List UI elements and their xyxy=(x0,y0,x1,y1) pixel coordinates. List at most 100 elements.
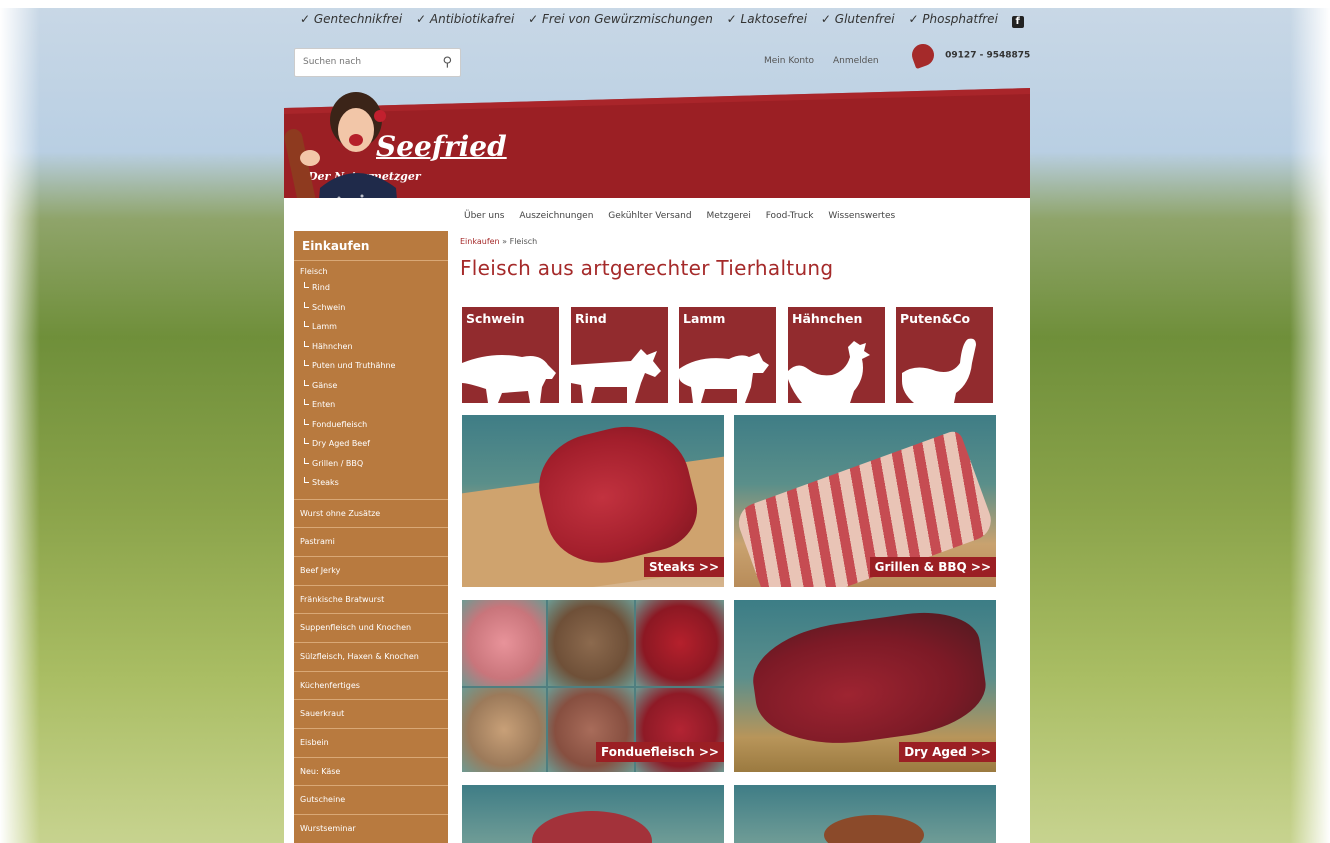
fondue-image-1 xyxy=(462,600,546,686)
sidebar-subitem[interactable]: Puten und Truthähne xyxy=(294,356,448,376)
tree-corner-icon xyxy=(304,321,309,327)
nav-item-ueber-uns[interactable]: Über uns xyxy=(464,211,505,221)
category-label: Hähnchen xyxy=(792,311,863,326)
breadcrumb-current: Fleisch xyxy=(509,237,538,246)
background-top-band xyxy=(0,0,1330,8)
nav-item-auszeichnungen[interactable]: Auszeichnungen xyxy=(519,211,593,221)
sidebar-subitem[interactable]: Rind xyxy=(294,278,448,298)
category-label: Puten&Co xyxy=(900,311,971,326)
tile-label: Steaks >> xyxy=(643,557,724,577)
sidebar-item[interactable]: Neu: Käse xyxy=(294,758,448,787)
login-link[interactable]: Anmelden xyxy=(833,56,879,66)
nav-item-versand[interactable]: Gekühlter Versand xyxy=(608,211,691,221)
sidebar-subitem[interactable]: Dry Aged Beef xyxy=(294,434,448,454)
fondue-image-2 xyxy=(548,600,634,686)
sidebar-item[interactable]: Küchenfertiges xyxy=(294,672,448,701)
sidebar-item[interactable]: Suppenfleisch und Knochen xyxy=(294,614,448,643)
category-label: Lamm xyxy=(683,311,726,326)
category-tile-haehnchen[interactable]: Hähnchen xyxy=(788,307,885,403)
sidebar-subitem[interactable]: Steaks xyxy=(294,473,448,493)
sidebar-item[interactable]: Wurst ohne Zusätze xyxy=(294,500,448,529)
sidebar-item[interactable]: Pastrami xyxy=(294,528,448,557)
sidebar-title[interactable]: Einkaufen xyxy=(294,231,448,261)
background-fade-left xyxy=(0,0,40,843)
dry-aged-meat xyxy=(746,604,992,756)
header-banner: Seefried Der Naturmetzger xyxy=(284,88,1030,258)
promo-tile-fondue[interactable]: Fonduefleisch >> xyxy=(462,600,724,772)
tree-corner-icon xyxy=(304,282,309,288)
usp-item: ✓ Antibiotikafrei xyxy=(416,12,515,26)
search-input[interactable] xyxy=(303,57,433,67)
promo-tile-dry-aged[interactable]: Dry Aged >> xyxy=(734,600,996,772)
search-icon[interactable]: ⚲ xyxy=(442,55,452,70)
sidebar-item[interactable]: Wurstseminar xyxy=(294,815,448,843)
sidebar-subitem-label: Fonduefleisch xyxy=(312,419,368,429)
sidebar-item[interactable]: Gutscheine xyxy=(294,786,448,816)
lamb-icon xyxy=(679,353,769,403)
sidebar-item[interactable]: Sülzfleisch, Haxen & Knochen xyxy=(294,643,448,672)
promo-tile-partial-1[interactable] xyxy=(462,785,724,843)
fondue-image-4 xyxy=(462,688,546,772)
partial-meat xyxy=(824,815,924,843)
category-tile-schwein[interactable]: Schwein xyxy=(462,307,559,403)
usp-item: ✓ Phosphatfrei xyxy=(908,12,998,26)
sidebar-item-fleisch[interactable]: Fleisch xyxy=(294,261,448,276)
category-sidebar: Einkaufen Fleisch Rind Schwein Lamm Hähn… xyxy=(294,231,448,843)
sidebar-subitem-label: Enten xyxy=(312,400,336,409)
main-nav: Über uns Auszeichnungen Gekühlter Versan… xyxy=(464,211,907,221)
pig-icon xyxy=(462,355,556,403)
tree-corner-icon xyxy=(304,418,309,425)
breadcrumb-separator: » xyxy=(499,237,510,246)
sidebar-subitem[interactable]: Lamm xyxy=(294,317,448,337)
tile-label: Fonduefleisch >> xyxy=(595,742,724,762)
usp-bar: ✓ Gentechnikfrei ✓ Antibiotikafrei ✓ Fre… xyxy=(300,12,1024,30)
sidebar-item[interactable]: Fränkische Bratwurst xyxy=(294,586,448,615)
promo-tile-grillen[interactable]: Grillen & BBQ >> xyxy=(734,415,996,587)
nav-item-metzgerei[interactable]: Metzgerei xyxy=(706,211,750,221)
sidebar-subitem-label: Rind xyxy=(312,283,330,292)
category-tile-puten[interactable]: Puten&Co xyxy=(896,307,993,403)
promo-tile-partial-2[interactable] xyxy=(734,785,996,843)
tree-corner-icon xyxy=(304,301,309,308)
nav-item-food-truck[interactable]: Food-Truck xyxy=(766,211,814,221)
nav-item-wissenswertes[interactable]: Wissenswertes xyxy=(828,211,895,221)
page-title: Fleisch aus artgerechter Tierhaltung xyxy=(460,256,834,280)
breadcrumb-link[interactable]: Einkaufen xyxy=(460,237,500,246)
sidebar-subitem[interactable]: Schwein xyxy=(294,298,448,318)
background-fade-right xyxy=(1290,0,1330,843)
facebook-icon[interactable]: f xyxy=(1011,16,1024,28)
tree-corner-icon xyxy=(304,399,309,405)
sidebar-subitem-label: Puten und Truthähne xyxy=(312,361,396,370)
partial-meat xyxy=(532,811,652,843)
cow-icon xyxy=(571,349,661,403)
tile-label: Grillen & BBQ >> xyxy=(869,557,996,577)
promo-tile-steaks[interactable]: Steaks >> xyxy=(462,415,724,587)
sidebar-subitems: Rind Schwein Lamm Hähnchen Puten und Tru… xyxy=(294,276,448,493)
sidebar-subitem-label: Steaks xyxy=(312,478,339,487)
sidebar-item[interactable]: Beef Jerky xyxy=(294,557,448,586)
sidebar-subitem[interactable]: Gänse xyxy=(294,376,448,396)
usp-item: ✓ Glutenfrei xyxy=(820,12,895,26)
category-tile-lamm[interactable]: Lamm xyxy=(679,307,776,403)
category-label: Rind xyxy=(575,311,607,326)
category-tile-rind[interactable]: Rind xyxy=(571,307,668,403)
sidebar-subitem[interactable]: Hähnchen xyxy=(294,337,448,357)
sidebar-subitem[interactable]: Enten xyxy=(294,395,448,415)
tree-corner-icon xyxy=(304,340,309,347)
sidebar-subitem[interactable]: Grillen / BBQ xyxy=(294,454,448,474)
fondue-image-3 xyxy=(636,600,724,686)
search-box[interactable]: ⚲ xyxy=(294,48,461,77)
chicken-icon xyxy=(788,341,870,403)
sidebar-item[interactable]: Eisbein xyxy=(294,729,448,758)
phone-icon xyxy=(908,40,938,70)
my-account-link[interactable]: Mein Konto xyxy=(764,56,814,66)
usp-item: ✓ Laktosefrei xyxy=(726,12,808,26)
sidebar-subitem[interactable]: Fonduefleisch xyxy=(294,415,448,435)
tile-label: Dry Aged >> xyxy=(899,742,996,762)
phone-contact[interactable]: 09127 - 9548875 xyxy=(908,40,1030,70)
sidebar-item[interactable]: Sauerkraut xyxy=(294,700,448,729)
tree-corner-icon xyxy=(304,438,309,444)
tree-corner-icon xyxy=(304,379,309,386)
sidebar-subitem-label: Dry Aged Beef xyxy=(312,439,370,448)
main-content: Einkaufen » Fleisch Fleisch aus artgerec… xyxy=(460,231,1005,843)
